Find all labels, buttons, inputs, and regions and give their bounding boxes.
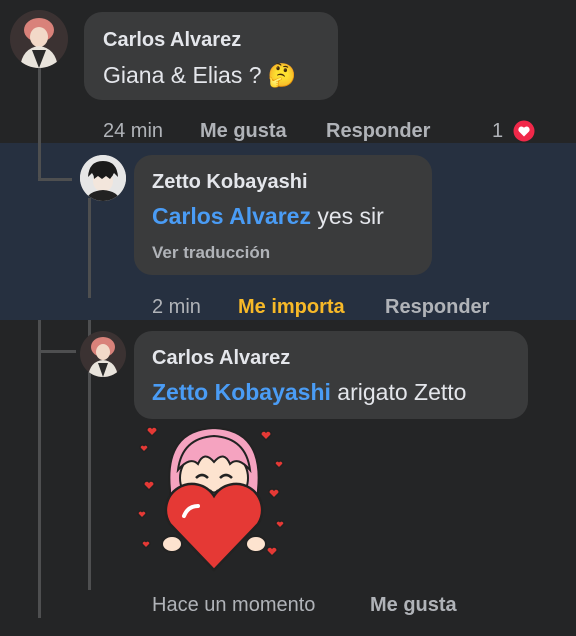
- comment-text-line: Zetto Kobayashi arigato Zetto: [152, 379, 466, 406]
- love-reaction-button[interactable]: Me importa: [238, 296, 345, 319]
- comment-text: Giana & Elias ? 🤔: [103, 62, 297, 88]
- girl-holding-heart-sticker[interactable]: [134, 420, 294, 580]
- heart-reaction-icon[interactable]: [512, 119, 536, 143]
- mention-link[interactable]: Carlos Alvarez: [152, 203, 311, 229]
- like-button[interactable]: Me gusta: [200, 120, 287, 143]
- comment-timestamp[interactable]: 24 min: [103, 120, 163, 143]
- reply-button[interactable]: Responder: [385, 296, 489, 319]
- comment-timestamp[interactable]: Hace un momento: [152, 594, 315, 617]
- thread-line-main: [38, 68, 41, 180]
- thread-line-lower: [38, 320, 41, 618]
- comment-text-line: Carlos Alvarez yes sir: [152, 203, 384, 230]
- comment-timestamp[interactable]: 2 min: [152, 296, 201, 319]
- thread-line-nested: [88, 198, 91, 298]
- like-button[interactable]: Me gusta: [370, 594, 457, 617]
- avatar-zetto-kobayashi[interactable]: [80, 155, 126, 201]
- reaction-count[interactable]: 1: [492, 120, 503, 143]
- reply-button[interactable]: Responder: [326, 120, 430, 143]
- thread-line-branch-1: [38, 178, 72, 181]
- thread-line-branch-2: [40, 350, 76, 353]
- comment-author[interactable]: Carlos Alvarez: [103, 29, 241, 52]
- comment-text: arigato Zetto: [330, 379, 467, 405]
- mention-link[interactable]: Zetto Kobayashi: [152, 379, 331, 405]
- avatar-carlos-alvarez[interactable]: [80, 331, 126, 377]
- comment-text: yes sir: [310, 203, 384, 229]
- comment-author[interactable]: Carlos Alvarez: [152, 347, 290, 370]
- comment-author[interactable]: Zetto Kobayashi: [152, 171, 308, 194]
- translate-link[interactable]: Ver traducción: [152, 243, 270, 263]
- avatar-carlos-alvarez[interactable]: [10, 10, 68, 68]
